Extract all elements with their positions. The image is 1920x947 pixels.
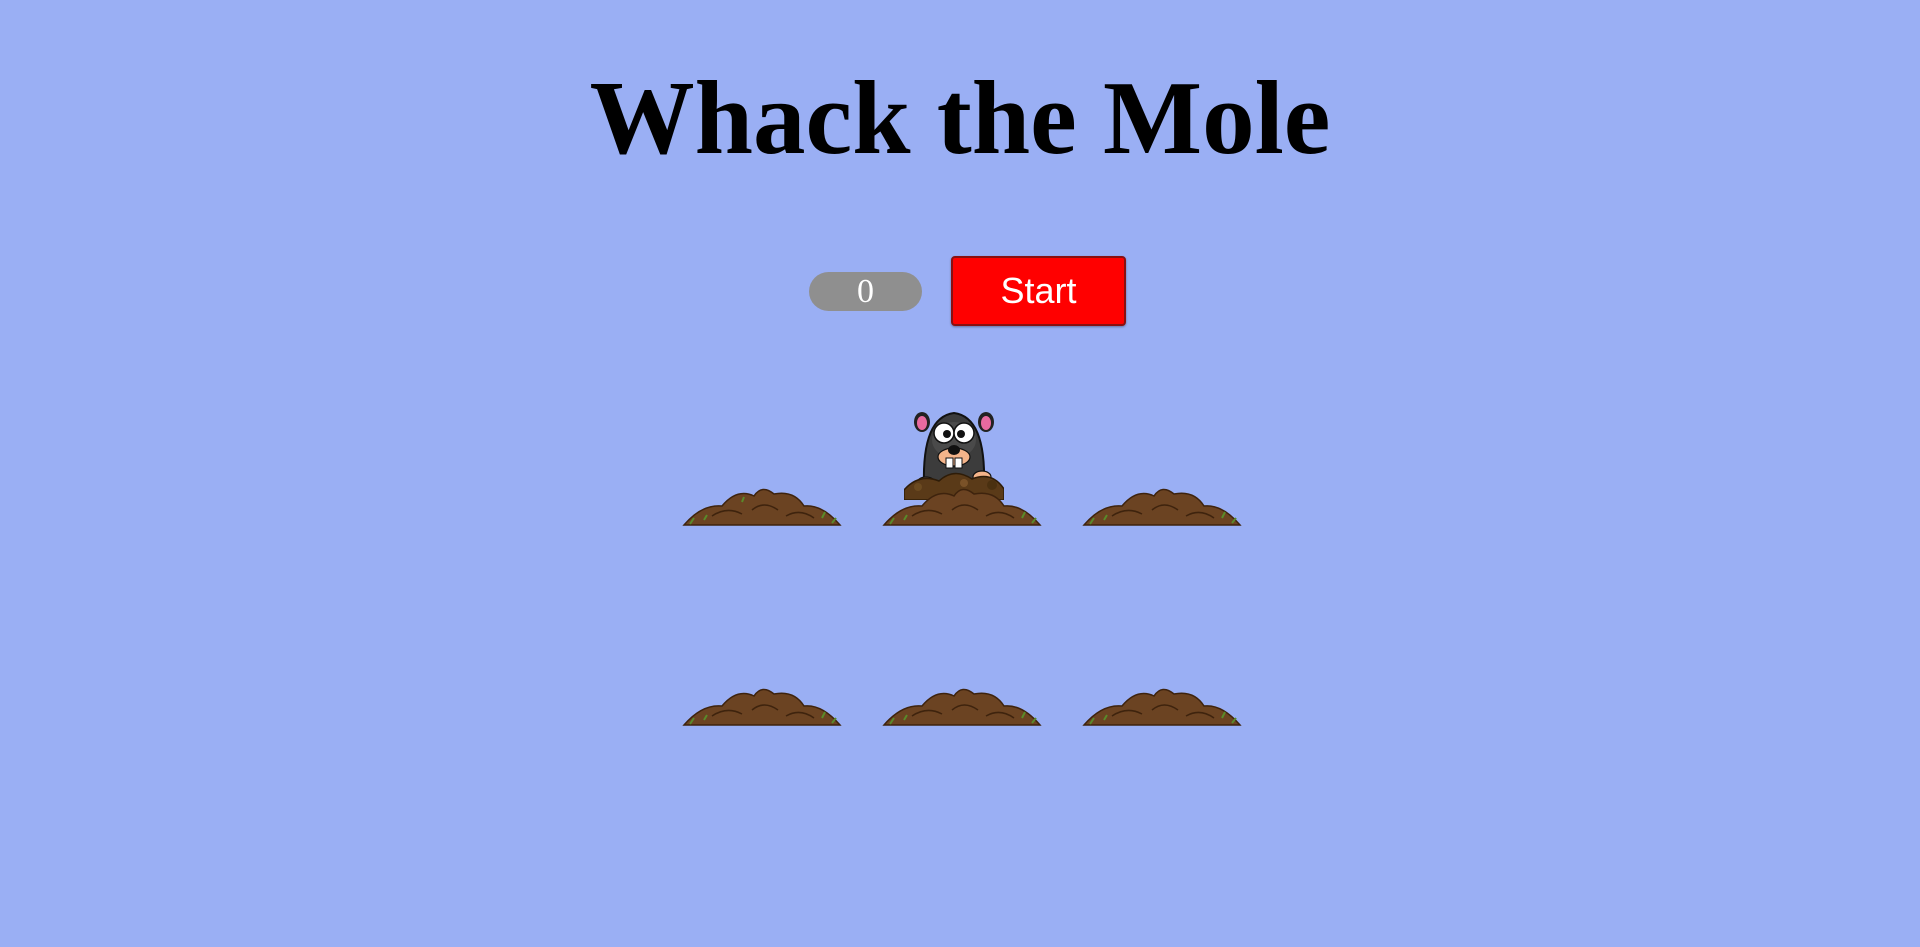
mole-hole-2[interactable]	[882, 466, 1042, 526]
start-button[interactable]: Start	[951, 256, 1126, 326]
dirt-mound-icon	[682, 488, 842, 526]
dirt-mound-icon	[1082, 488, 1242, 526]
mole-hole-3[interactable]	[1082, 466, 1242, 526]
game-title: Whack the Mole	[589, 59, 1331, 176]
mole-hole-4[interactable]	[682, 666, 842, 726]
mole-hole-5[interactable]	[882, 666, 1042, 726]
score-display: 0	[809, 272, 922, 311]
dirt-mound-icon	[882, 688, 1042, 726]
mole-hole-1[interactable]	[682, 466, 842, 526]
dirt-mound-icon	[882, 488, 1042, 526]
dirt-mound-icon	[1082, 688, 1242, 726]
dirt-mound-icon	[682, 688, 842, 726]
mole-hole-6[interactable]	[1082, 666, 1242, 726]
